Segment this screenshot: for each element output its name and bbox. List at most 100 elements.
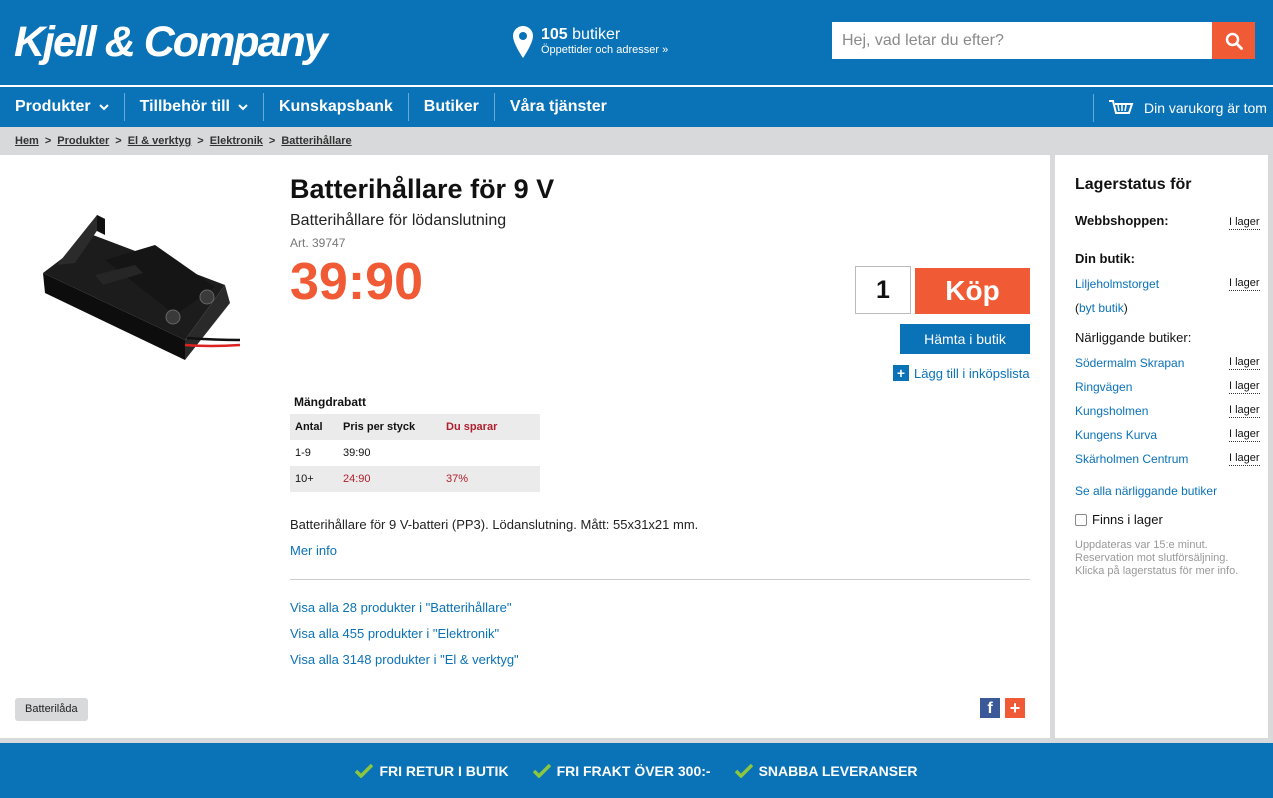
nav-item-label: Produkter	[15, 98, 91, 115]
bulk-discount-table: Mängdrabatt Antal Pris per styck Du spar…	[290, 392, 540, 492]
buy-button[interactable]: Köp	[915, 268, 1030, 314]
pickup-in-store-button[interactable]: Hämta i butik	[900, 324, 1030, 354]
site-logo[interactable]: Kjell & Company	[14, 18, 328, 66]
stock-status-sidebar: Lagerstatus för Webbshoppen: I lager Din…	[1055, 155, 1268, 738]
product-subtitle: Batterihållare för lödanslutning	[290, 212, 507, 229]
usp-label: FRI FRAKT ÖVER 300:-	[556, 762, 711, 779]
product-tag[interactable]: Batterilåda	[15, 698, 88, 721]
site-header: Kjell & Company 105 butiker Öppettider o…	[0, 0, 1273, 85]
in-stock-filter[interactable]: Finns i lager	[1075, 512, 1163, 527]
store-count-label: butiker	[572, 26, 621, 43]
store-locator-link[interactable]: 105 butiker Öppettider och adresser »	[513, 26, 668, 58]
stock-status[interactable]: I lager	[1229, 216, 1260, 230]
table-row: 1-9 39:90	[290, 440, 540, 466]
product-title: Batterihållare för 9 V	[290, 174, 555, 204]
nearby-store-name[interactable]: Skärholmen Centrum	[1075, 452, 1188, 466]
table-cell: 39:90	[343, 447, 371, 459]
change-store-line: (byt butik)	[1075, 301, 1128, 315]
plus-icon: +	[893, 365, 909, 381]
column-header: Pris per styck	[343, 421, 416, 433]
share-plus-icon[interactable]: +	[1005, 698, 1025, 718]
nearby-store-name[interactable]: Södermalm Skrapan	[1075, 356, 1184, 370]
see-all-stores-link[interactable]: Se alla närliggande butiker	[1075, 484, 1217, 498]
usp-item: SNABBA LEVERANSER	[734, 762, 918, 779]
your-store-name[interactable]: Liljeholmstorget	[1075, 277, 1159, 291]
table-cell: 24:90	[343, 473, 371, 485]
facebook-share-icon[interactable]: f	[980, 698, 1000, 718]
nav-item-services[interactable]: Våra tjänster	[495, 93, 622, 121]
usp-bar: FRI RETUR I BUTIK FRI FRAKT ÖVER 300:- S…	[0, 743, 1273, 798]
stock-status[interactable]: I lager	[1229, 452, 1260, 466]
breadcrumb-link-current[interactable]: Batterihållare	[281, 135, 351, 147]
column-header: Du sparar	[446, 421, 498, 433]
add-to-list-label: Lägg till i inköpslista	[914, 365, 1030, 381]
nav-item-label: Våra tjänster	[509, 98, 607, 115]
breadcrumb-separator: >	[44, 135, 52, 147]
search-icon	[1225, 32, 1243, 50]
stock-status[interactable]: I lager	[1229, 380, 1260, 394]
stock-update-note: Uppdateras var 15:e minut. Reservation m…	[1075, 539, 1265, 578]
stock-status[interactable]: I lager	[1229, 277, 1260, 291]
in-stock-checkbox[interactable]	[1075, 513, 1087, 526]
breadcrumb-link[interactable]: Elektronik	[210, 135, 263, 147]
nearby-store-name[interactable]: Kungens Kurva	[1075, 428, 1157, 442]
shopping-basket-icon	[1109, 100, 1134, 114]
product-price: 39:90	[290, 253, 423, 311]
table-cell: 37%	[446, 473, 469, 485]
chevron-down-icon	[98, 104, 109, 111]
breadcrumb-separator: >	[197, 135, 204, 147]
change-store-link[interactable]: byt butik	[1079, 301, 1124, 315]
store-hours-link[interactable]: Öppettider och adresser »	[541, 43, 668, 58]
note-line: Reservation mot slutförsäljning.	[1075, 552, 1229, 564]
cart-link[interactable]: Din varukorg är tom	[1093, 94, 1267, 122]
store-count: 105	[541, 26, 568, 43]
product-description: Batterihållare för 9 V-batteri (PP3). Lö…	[290, 517, 699, 532]
usp-label: SNABBA LEVERANSER	[758, 762, 918, 779]
breadcrumb: Hem > Produkter > El & verktyg > Elektronik…	[0, 127, 1273, 155]
checkmark-icon	[734, 763, 753, 778]
in-stock-filter-label: Finns i lager	[1092, 512, 1163, 527]
nav-item-label: Kunskapsbank	[278, 98, 393, 115]
more-info-link[interactable]: Mer info	[290, 543, 337, 558]
product-image[interactable]	[35, 205, 245, 365]
stock-status[interactable]: I lager	[1229, 428, 1260, 442]
category-link[interactable]: Visa alla 28 produkter i "Batterihållare…	[290, 600, 511, 615]
breadcrumb-link[interactable]: Hem	[15, 135, 39, 147]
nearby-store-name[interactable]: Kungsholmen	[1075, 404, 1148, 418]
nearby-stores-label: Närliggande butiker:	[1075, 330, 1192, 345]
quantity-input[interactable]: 1	[855, 266, 911, 314]
category-link[interactable]: Visa alla 455 produkter i "Elektronik"	[290, 626, 499, 641]
usp-label: FRI RETUR I BUTIK	[379, 762, 509, 779]
nav-item-products[interactable]: Produkter	[0, 93, 125, 121]
add-to-shopping-list-link[interactable]: + Lägg till i inköpslista	[893, 365, 1030, 381]
cart-label: Din varukorg är tom	[1144, 100, 1267, 116]
your-store-label: Din butik:	[1075, 251, 1135, 266]
checkmark-icon	[532, 763, 551, 778]
search-button[interactable]	[1212, 22, 1255, 59]
usp-item: FRI RETUR I BUTIK	[355, 762, 509, 779]
nav-item-accessories[interactable]: Tillbehör till	[125, 93, 264, 121]
bulk-discount-caption: Mängdrabatt	[294, 395, 366, 409]
stock-status[interactable]: I lager	[1229, 404, 1260, 418]
stock-status[interactable]: I lager	[1229, 356, 1260, 370]
nav-item-label: Butiker	[423, 98, 479, 115]
breadcrumb-link[interactable]: Produkter	[57, 135, 109, 147]
nearby-store-name[interactable]: Ringvägen	[1075, 380, 1132, 394]
nav-item-stores[interactable]: Butiker	[409, 93, 495, 121]
category-link[interactable]: Visa alla 3148 produkter i "El & verktyg…	[290, 652, 519, 667]
breadcrumb-separator: >	[115, 135, 122, 147]
search-input[interactable]	[832, 22, 1212, 59]
nav-item-knowledge[interactable]: Kunskapsbank	[264, 93, 409, 121]
location-pin-icon	[513, 26, 533, 58]
breadcrumb-link[interactable]: El & verktyg	[128, 135, 192, 147]
store-count-line: 105 butiker	[541, 26, 668, 43]
column-header: Antal	[295, 421, 323, 433]
nav-item-label: Tillbehör till	[139, 98, 230, 115]
sidebar-heading: Lagerstatus för	[1075, 176, 1192, 193]
table-row: 10+ 24:90 37%	[290, 466, 540, 492]
table-cell: 1-9	[295, 447, 311, 459]
divider	[290, 579, 1030, 580]
paren-close: )	[1123, 301, 1128, 315]
breadcrumb-separator: >	[268, 135, 276, 147]
main-nav: Produkter Tillbehör till Kunskapsbank Bu…	[0, 85, 1273, 127]
